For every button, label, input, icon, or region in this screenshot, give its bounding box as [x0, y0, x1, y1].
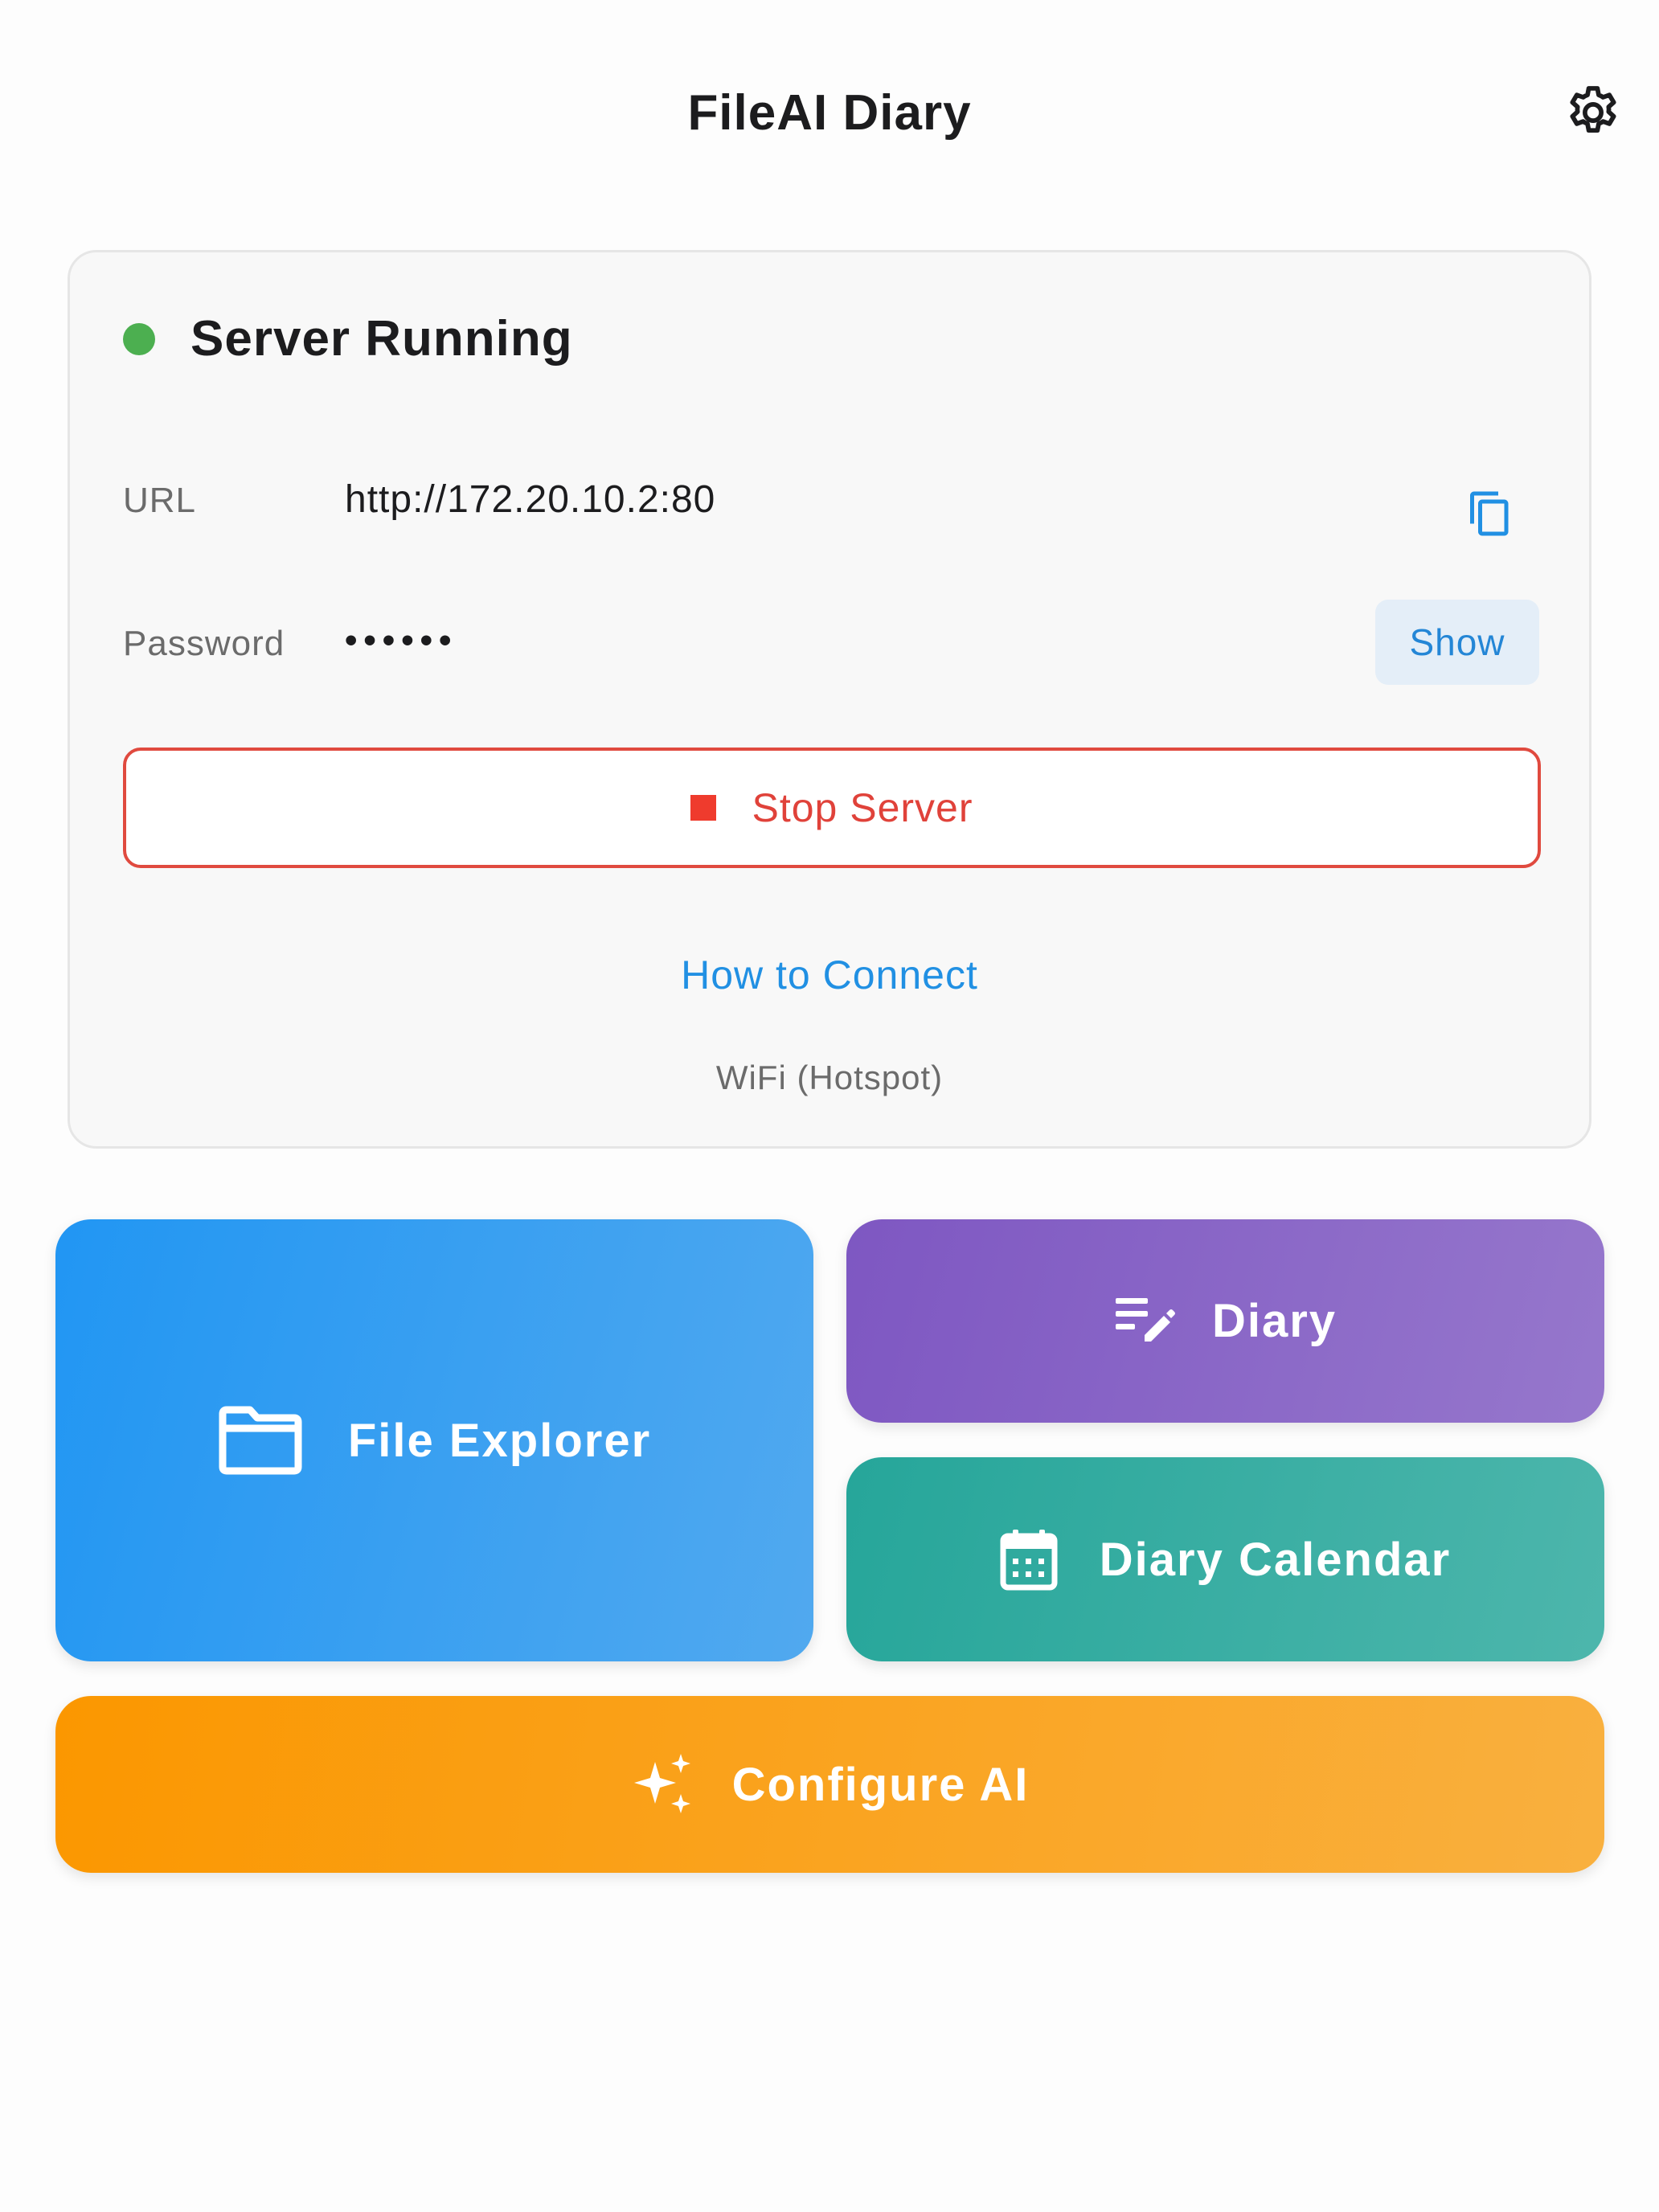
- stop-server-button[interactable]: Stop Server: [123, 748, 1541, 868]
- diary-button[interactable]: Diary: [846, 1219, 1604, 1423]
- status-indicator-dot: [123, 322, 155, 355]
- diary-label: Diary: [1211, 1295, 1337, 1347]
- settings-button[interactable]: [1559, 80, 1627, 148]
- app-bar: FileAI Diary: [0, 0, 1659, 233]
- diary-calendar-label: Diary Calendar: [1099, 1533, 1452, 1586]
- file-explorer-button[interactable]: File Explorer: [55, 1219, 813, 1661]
- server-status-card: Server Running URL http://172.20.10.2:80…: [68, 250, 1591, 1149]
- configure-ai-button[interactable]: Configure AI: [55, 1696, 1604, 1873]
- url-label: URL: [123, 481, 197, 520]
- server-status-row: Server Running: [123, 310, 573, 367]
- calendar-icon: [1000, 1528, 1058, 1591]
- folder-icon: [218, 1406, 303, 1475]
- stop-square-icon: [690, 795, 717, 821]
- stop-server-label: Stop Server: [752, 785, 973, 830]
- network-type-label: WiFi (Hotspot): [715, 1059, 944, 1096]
- server-status-text: Server Running: [190, 311, 573, 367]
- edit-note-icon: [1114, 1295, 1175, 1348]
- diary-calendar-button[interactable]: Diary Calendar: [846, 1457, 1604, 1661]
- copy-url-button[interactable]: [1446, 471, 1534, 559]
- password-value: ••••••: [345, 621, 458, 660]
- show-password-button[interactable]: Show: [1375, 600, 1539, 685]
- file-explorer-label: File Explorer: [347, 1414, 652, 1467]
- how-to-connect-link[interactable]: How to Connect: [70, 952, 1589, 998]
- configure-ai-label: Configure AI: [731, 1758, 1030, 1811]
- sparkle-icon: [631, 1752, 695, 1817]
- gear-icon: [1563, 82, 1624, 147]
- app-title: FileAI Diary: [687, 85, 972, 141]
- url-value: http://172.20.10.2:80: [345, 478, 716, 521]
- password-label: Password: [123, 624, 285, 663]
- copy-icon: [1466, 490, 1514, 542]
